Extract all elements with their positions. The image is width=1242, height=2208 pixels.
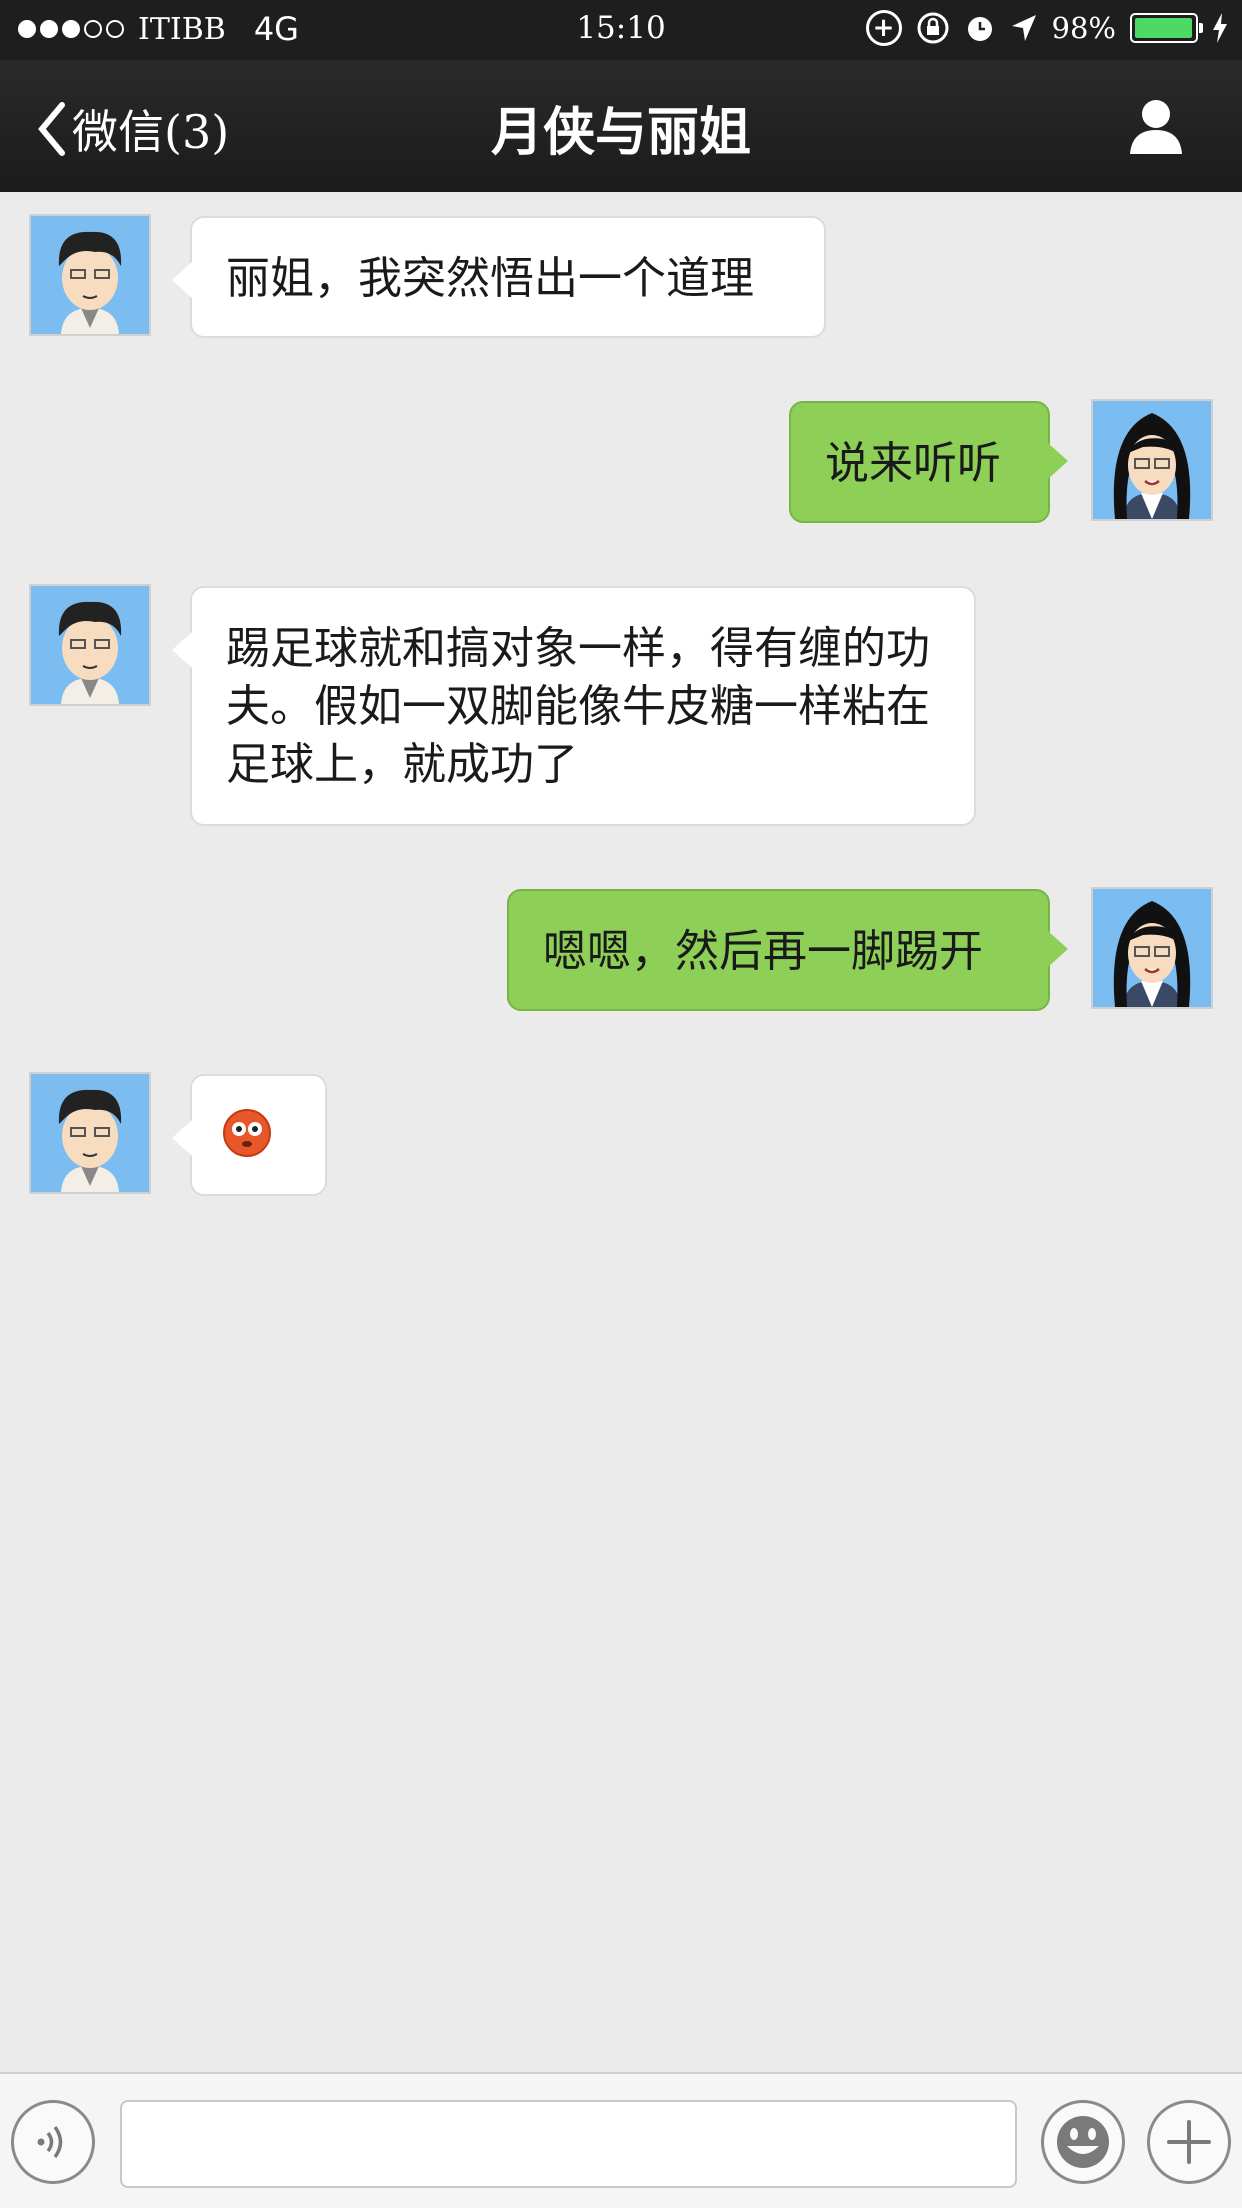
battery-percent: 98% <box>1051 11 1116 45</box>
rotation-lock-icon <box>917 12 949 44</box>
plus-circle-icon: + <box>865 10 902 46</box>
contact-avatar[interactable] <box>29 214 151 336</box>
alarm-icon <box>967 17 992 41</box>
voice-icon <box>37 2125 63 2159</box>
user-avatar[interactable] <box>1091 399 1213 521</box>
status-right: + 98% <box>865 10 1228 46</box>
flushed-face-icon <box>223 1109 271 1157</box>
input-bar <box>0 2072 1242 2208</box>
battery-icon <box>1130 13 1203 43</box>
emoji-button[interactable] <box>1041 2100 1125 2184</box>
battery-level <box>1135 18 1192 38</box>
user-avatar[interactable] <box>1091 887 1213 1009</box>
plus-icon <box>1167 2120 1211 2164</box>
chat-screen: ITIBB 4G 15:10 + 98% 微信(3) 月侠与丽姐 丽姐，我突然悟… <box>0 0 1242 2208</box>
navigation-bar: 微信(3) 月侠与丽姐 <box>0 60 1242 192</box>
message-text: 说来听听 <box>825 438 1001 489</box>
message-bubble[interactable] <box>172 1074 327 1196</box>
message-text: 踢足球就和搞对象一样，得有缠的功夫。假如一双脚能像牛皮糖一样粘在足球上，就成功了 <box>226 623 930 790</box>
message-text: 嗯嗯，然后再一脚踢开 <box>543 926 983 977</box>
chat-title: 月侠与丽姐 <box>490 103 751 163</box>
message-bubble[interactable]: 踢足球就和搞对象一样，得有缠的功夫。假如一双脚能像牛皮糖一样粘在足球上，就成功了 <box>172 586 976 826</box>
contact-info-icon[interactable] <box>1126 96 1186 156</box>
message-bubble[interactable]: 说来听听 <box>789 401 1068 523</box>
contact-avatar[interactable] <box>29 1072 151 1194</box>
charging-bolt-icon <box>1213 13 1227 43</box>
more-button[interactable] <box>1147 2100 1231 2184</box>
voice-input-button[interactable] <box>11 2100 95 2184</box>
message-bubble[interactable]: 嗯嗯，然后再一脚踢开 <box>507 889 1068 1011</box>
message-bubble[interactable]: 丽姐，我突然悟出一个道理 <box>172 216 826 338</box>
message-text: 丽姐，我突然悟出一个道理 <box>226 253 754 304</box>
message-input[interactable] <box>120 2100 1017 2188</box>
location-arrow-icon <box>1011 15 1036 41</box>
contact-avatar[interactable] <box>29 584 151 706</box>
smiley-icon <box>1057 2116 1109 2168</box>
status-bar: ITIBB 4G 15:10 + 98% <box>0 0 1242 60</box>
